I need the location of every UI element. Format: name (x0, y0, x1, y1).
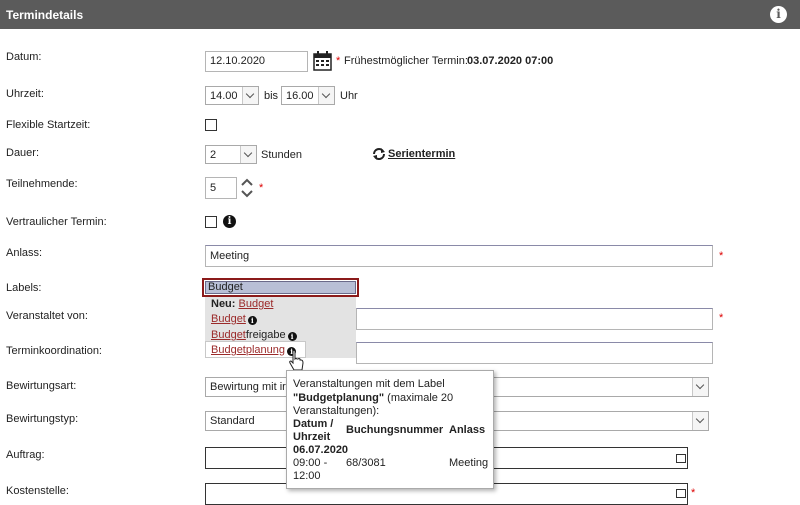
suggestion-new-link[interactable]: Budget (239, 298, 274, 310)
labels-label: Labels: (6, 282, 42, 294)
tooltip-row-booking: 68/3081 (346, 457, 386, 469)
suggestion-rest: freigabe (245, 329, 286, 341)
stepper-arrows-icon[interactable] (238, 177, 256, 199)
suggestion-budgetplanung-link[interactable]: Budget (211, 344, 246, 356)
flexible-checkbox[interactable] (205, 119, 217, 131)
veranstaltet-label: Veranstaltet von: (6, 310, 88, 322)
bewirtungstyp-label: Bewirtungstyp: (6, 413, 79, 425)
time-from-value: 14.00 (210, 90, 238, 102)
info-icon[interactable]: i (223, 215, 236, 228)
tooltip-row-time1: 09:00 - (293, 457, 328, 469)
dauer-select[interactable]: 2 (205, 145, 257, 164)
required-mark: * (719, 250, 724, 262)
tooltip-label-name: "Budgetplanung" (293, 392, 385, 404)
stunden-label: Stunden (261, 149, 302, 161)
flexible-label: Flexible Startzeit: (6, 119, 91, 131)
tooltip-row-time2: 12:00 (293, 470, 321, 482)
time-to-value: 16.00 (286, 90, 314, 102)
bewirtungsart-label: Bewirtungsart: (6, 380, 77, 392)
tooltip-col-date: Datum / (293, 418, 334, 430)
info-icon[interactable]: i (770, 6, 787, 23)
terminkoordination-input[interactable] (356, 342, 713, 364)
new-prefix: Neu: (211, 298, 236, 310)
teilnehmende-input[interactable]: 5 (205, 177, 237, 199)
required-mark: * (719, 312, 724, 324)
required-mark: * (691, 487, 696, 499)
auftrag-label: Auftrag: (6, 449, 45, 461)
bis-label: bis (264, 90, 279, 102)
labels-input[interactable]: Budget (205, 281, 356, 294)
tooltip-col-anlass: Anlass (449, 424, 486, 436)
chevron-down-icon (692, 412, 708, 430)
chevron-down-icon (242, 87, 258, 104)
info-icon[interactable]: i (287, 332, 297, 341)
veranstaltet-input[interactable] (356, 308, 713, 330)
tooltip-row-anlass: Meeting (449, 457, 489, 469)
dauer-label: Dauer: (6, 147, 40, 159)
edit-icon[interactable] (676, 489, 686, 498)
bewirtungsart-value: Bewirtung mit ir (210, 381, 286, 393)
label-tooltip: Veranstaltungen mit dem Label "Budgetpla… (286, 370, 494, 489)
refresh-icon[interactable] (372, 147, 386, 161)
teilnehmende-label: Teilnehmende: (6, 178, 78, 190)
bewirtungstyp-value: Standard (210, 415, 255, 427)
uhr-label: Uhr (340, 90, 358, 102)
serientermin-link[interactable]: Serientermin (388, 148, 455, 160)
earliest-date-value: 03.07.2020 07:00 (467, 55, 554, 67)
chevron-down-icon (692, 378, 708, 396)
suggestion-budget-link[interactable]: Budget (211, 313, 246, 325)
edit-icon[interactable] (676, 454, 686, 463)
tooltip-line3: Veranstaltungen): (293, 405, 380, 417)
chevron-down-icon (318, 87, 334, 104)
info-icon[interactable]: i (247, 316, 257, 325)
suggestion-budget[interactable]: Budget i (211, 313, 257, 325)
number-stepper[interactable] (238, 177, 256, 199)
time-from-select[interactable]: 14.00 (205, 86, 259, 105)
dauer-value: 2 (210, 149, 217, 161)
chevron-down-icon (240, 146, 256, 163)
datum-label: Datum: (6, 51, 42, 63)
required-mark: * (336, 55, 341, 67)
vertraulich-checkbox[interactable] (205, 216, 217, 228)
tooltip-max: (maximale 20 (384, 392, 454, 404)
tooltip-col-booking: Buchungsnummer (346, 424, 444, 436)
vertraulich-label: Vertraulicher Termin: (6, 216, 107, 228)
terminkoordination-label: Terminkoordination: (6, 345, 102, 357)
calendar-icon[interactable] (313, 51, 332, 71)
tooltip-line2: "Budgetplanung" (maximale 20 (293, 392, 453, 404)
tooltip-col-time: Uhrzeit (293, 431, 331, 443)
datum-input[interactable]: 12.10.2020 (205, 51, 308, 72)
anlass-label: Anlass: (6, 247, 43, 259)
suggestion-new[interactable]: Neu: Budget (211, 298, 273, 310)
suggestion-budgetfreigabe-link[interactable]: Budget (211, 329, 246, 341)
labels-input-wrapper[interactable]: Budget (202, 278, 359, 297)
uhrzeit-label: Uhrzeit: (6, 88, 44, 100)
required-mark: * (259, 182, 264, 194)
tooltip-row-date: 06.07.2020 (293, 444, 349, 456)
section-header: Termindetails i (0, 0, 800, 29)
tooltip-line1: Veranstaltungen mit dem Label (293, 378, 445, 390)
suggestion-budgetfreigabe[interactable]: Budgetfreigabe i (211, 329, 297, 341)
time-to-select[interactable]: 16.00 (281, 86, 335, 105)
kostenstelle-label: Kostenstelle: (6, 485, 69, 497)
earliest-date-label: Frühestmöglicher Termin: (344, 55, 468, 67)
suggestion-rest: planung (245, 344, 286, 356)
anlass-input[interactable]: Meeting (205, 245, 713, 267)
section-title: Termindetails (6, 8, 84, 22)
